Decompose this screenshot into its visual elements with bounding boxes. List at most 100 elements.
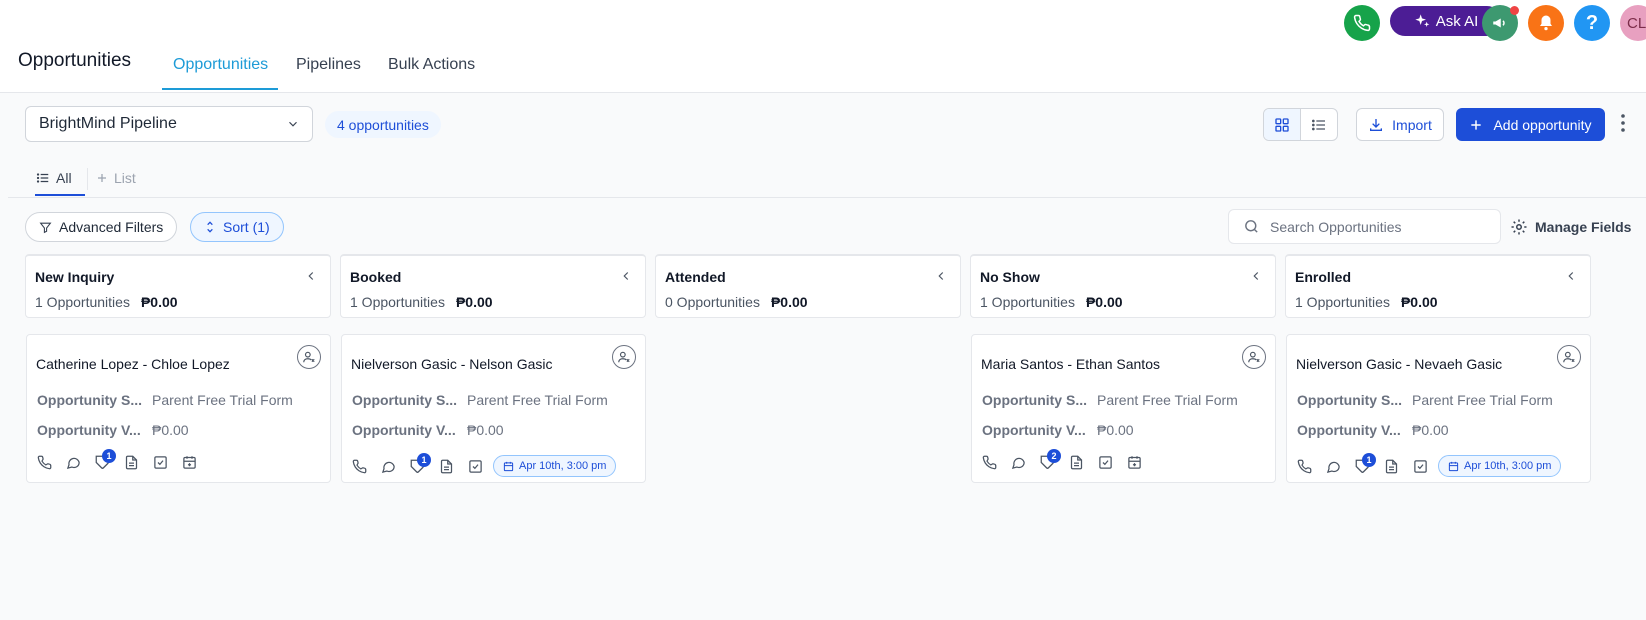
more-options-icon[interactable] <box>1620 113 1626 133</box>
calendar-add-icon[interactable] <box>182 455 197 470</box>
add-list-view-button[interactable]: List <box>96 170 136 186</box>
phone-icon[interactable] <box>37 455 52 470</box>
user-unassigned-icon <box>1563 351 1575 363</box>
tab-bulk-actions[interactable]: Bulk Actions <box>388 56 475 74</box>
help-button[interactable]: ? <box>1574 5 1610 41</box>
pipeline-select[interactable]: BrightMind Pipeline <box>25 106 313 142</box>
chevron-left-icon[interactable] <box>1564 269 1578 283</box>
page-title: Opportunities <box>18 50 132 71</box>
field-label: Opportunity S... <box>352 392 457 408</box>
card-title: Nielverson Gasic - Nelson Gasic <box>351 356 553 372</box>
document-icon[interactable] <box>124 455 139 470</box>
assign-user-button[interactable] <box>612 345 636 369</box>
notifications-button[interactable] <box>1528 5 1564 41</box>
document-icon[interactable] <box>439 459 454 474</box>
calendar-icon <box>1448 461 1459 471</box>
user-avatar[interactable]: CL <box>1620 5 1646 41</box>
assign-user-button[interactable] <box>297 345 321 369</box>
sparkle-icon <box>1415 14 1430 27</box>
column-header-enrolled: Enrolled 1 Opportunities ₱0.00 <box>1285 254 1591 318</box>
phone-button[interactable] <box>1344 5 1380 41</box>
calendar-add-icon[interactable] <box>1127 455 1142 470</box>
phone-icon[interactable] <box>1297 459 1312 474</box>
column-amount: ₱0.00 <box>1400 294 1438 310</box>
search-icon <box>1245 220 1258 233</box>
list-icon <box>1311 119 1325 130</box>
chevron-left-icon[interactable] <box>934 269 948 283</box>
download-icon <box>1370 118 1383 131</box>
divider <box>8 197 1646 198</box>
opportunity-card[interactable]: Maria Santos - Ethan Santos Opportunity … <box>971 334 1276 483</box>
appointment-time: Apr 10th, 3:00 pm <box>1464 460 1552 472</box>
chevron-left-icon[interactable] <box>304 269 318 283</box>
plus-icon <box>1471 119 1482 130</box>
tag-icon[interactable]: 2 <box>1040 449 1061 470</box>
field-value: Parent Free Trial Form <box>152 392 293 408</box>
assign-user-button[interactable] <box>1557 345 1581 369</box>
add-list-view-label: List <box>114 170 136 186</box>
message-icon[interactable] <box>1011 455 1026 470</box>
task-checkbox-icon[interactable] <box>468 459 483 474</box>
manage-fields-label: Manage Fields <box>1535 219 1632 235</box>
view-tab-all[interactable]: All <box>36 170 72 186</box>
grid-view-button[interactable] <box>1264 109 1301 140</box>
document-icon[interactable] <box>1384 459 1399 474</box>
task-checkbox-icon[interactable] <box>1413 459 1428 474</box>
user-unassigned-icon <box>303 351 315 363</box>
message-icon[interactable] <box>381 459 396 474</box>
field-label: Opportunity S... <box>37 392 142 408</box>
opportunity-card[interactable]: Nielverson Gasic - Nevaeh Gasic Opportun… <box>1286 334 1591 483</box>
task-checkbox-icon[interactable] <box>153 455 168 470</box>
tag-icon[interactable]: 1 <box>95 449 116 470</box>
advanced-filters-button[interactable]: Advanced Filters <box>25 212 178 242</box>
message-icon[interactable] <box>1326 459 1341 474</box>
column-count: 1 Opportunities <box>35 294 130 310</box>
phone-icon[interactable] <box>352 459 367 474</box>
opportunity-card[interactable]: Nielverson Gasic - Nelson Gasic Opportun… <box>341 334 646 483</box>
task-checkbox-icon[interactable] <box>1098 455 1113 470</box>
manage-fields-button[interactable]: Manage Fields <box>1510 218 1631 236</box>
document-icon[interactable] <box>1069 455 1084 470</box>
calendar-icon <box>503 461 514 471</box>
appointment-badge[interactable]: Apr 10th, 3:00 pm <box>1438 455 1562 477</box>
top-bar: Opportunities Opportunities Pipelines Bu… <box>0 0 1646 93</box>
import-button[interactable]: Import <box>1356 108 1444 141</box>
tag-count-badge: 1 <box>102 449 116 463</box>
field-value: ₱0.00 <box>467 422 504 438</box>
field-label: Opportunity V... <box>1297 422 1401 438</box>
tag-icon[interactable]: 1 <box>1355 452 1376 474</box>
column-name: Attended <box>665 269 726 285</box>
sort-button[interactable]: Sort (1) <box>190 212 284 242</box>
column-name: No Show <box>980 269 1040 285</box>
phone-icon[interactable] <box>982 455 997 470</box>
column-name: Enrolled <box>1295 269 1352 285</box>
field-label: Opportunity V... <box>352 422 456 438</box>
appointment-badge[interactable]: Apr 10th, 3:00 pm <box>493 455 617 477</box>
opportunity-card[interactable]: Catherine Lopez - Chloe Lopez Opportunit… <box>26 334 331 483</box>
column-amount: ₱0.00 <box>140 294 178 310</box>
assign-user-button[interactable] <box>1242 345 1266 369</box>
plus-icon <box>98 174 106 182</box>
tag-count-badge: 1 <box>1362 452 1376 467</box>
add-opportunity-button[interactable]: Add opportunity <box>1456 108 1605 141</box>
field-label: Opportunity V... <box>982 422 1086 438</box>
column-header-no-show: No Show 1 Opportunities ₱0.00 <box>970 254 1276 318</box>
bell-icon <box>1540 15 1552 31</box>
field-label: Opportunity V... <box>37 422 141 438</box>
phone-icon <box>1353 14 1371 32</box>
chevron-left-icon[interactable] <box>619 269 633 283</box>
column-count: 1 Opportunities <box>350 294 445 310</box>
megaphone-icon <box>1493 18 1505 28</box>
notification-dot <box>1510 6 1519 15</box>
tab-opportunities[interactable]: Opportunities <box>173 56 268 74</box>
tab-pipelines[interactable]: Pipelines <box>296 56 361 74</box>
search-input[interactable] <box>1270 218 1490 235</box>
column-amount: ₱0.00 <box>770 294 808 310</box>
search-box <box>1228 209 1501 244</box>
view-toggle <box>1263 108 1338 141</box>
tag-icon[interactable]: 1 <box>410 452 431 474</box>
message-icon[interactable] <box>66 455 81 470</box>
field-label: Opportunity S... <box>982 392 1087 408</box>
chevron-left-icon[interactable] <box>1249 269 1263 283</box>
list-view-button[interactable] <box>1301 109 1338 140</box>
